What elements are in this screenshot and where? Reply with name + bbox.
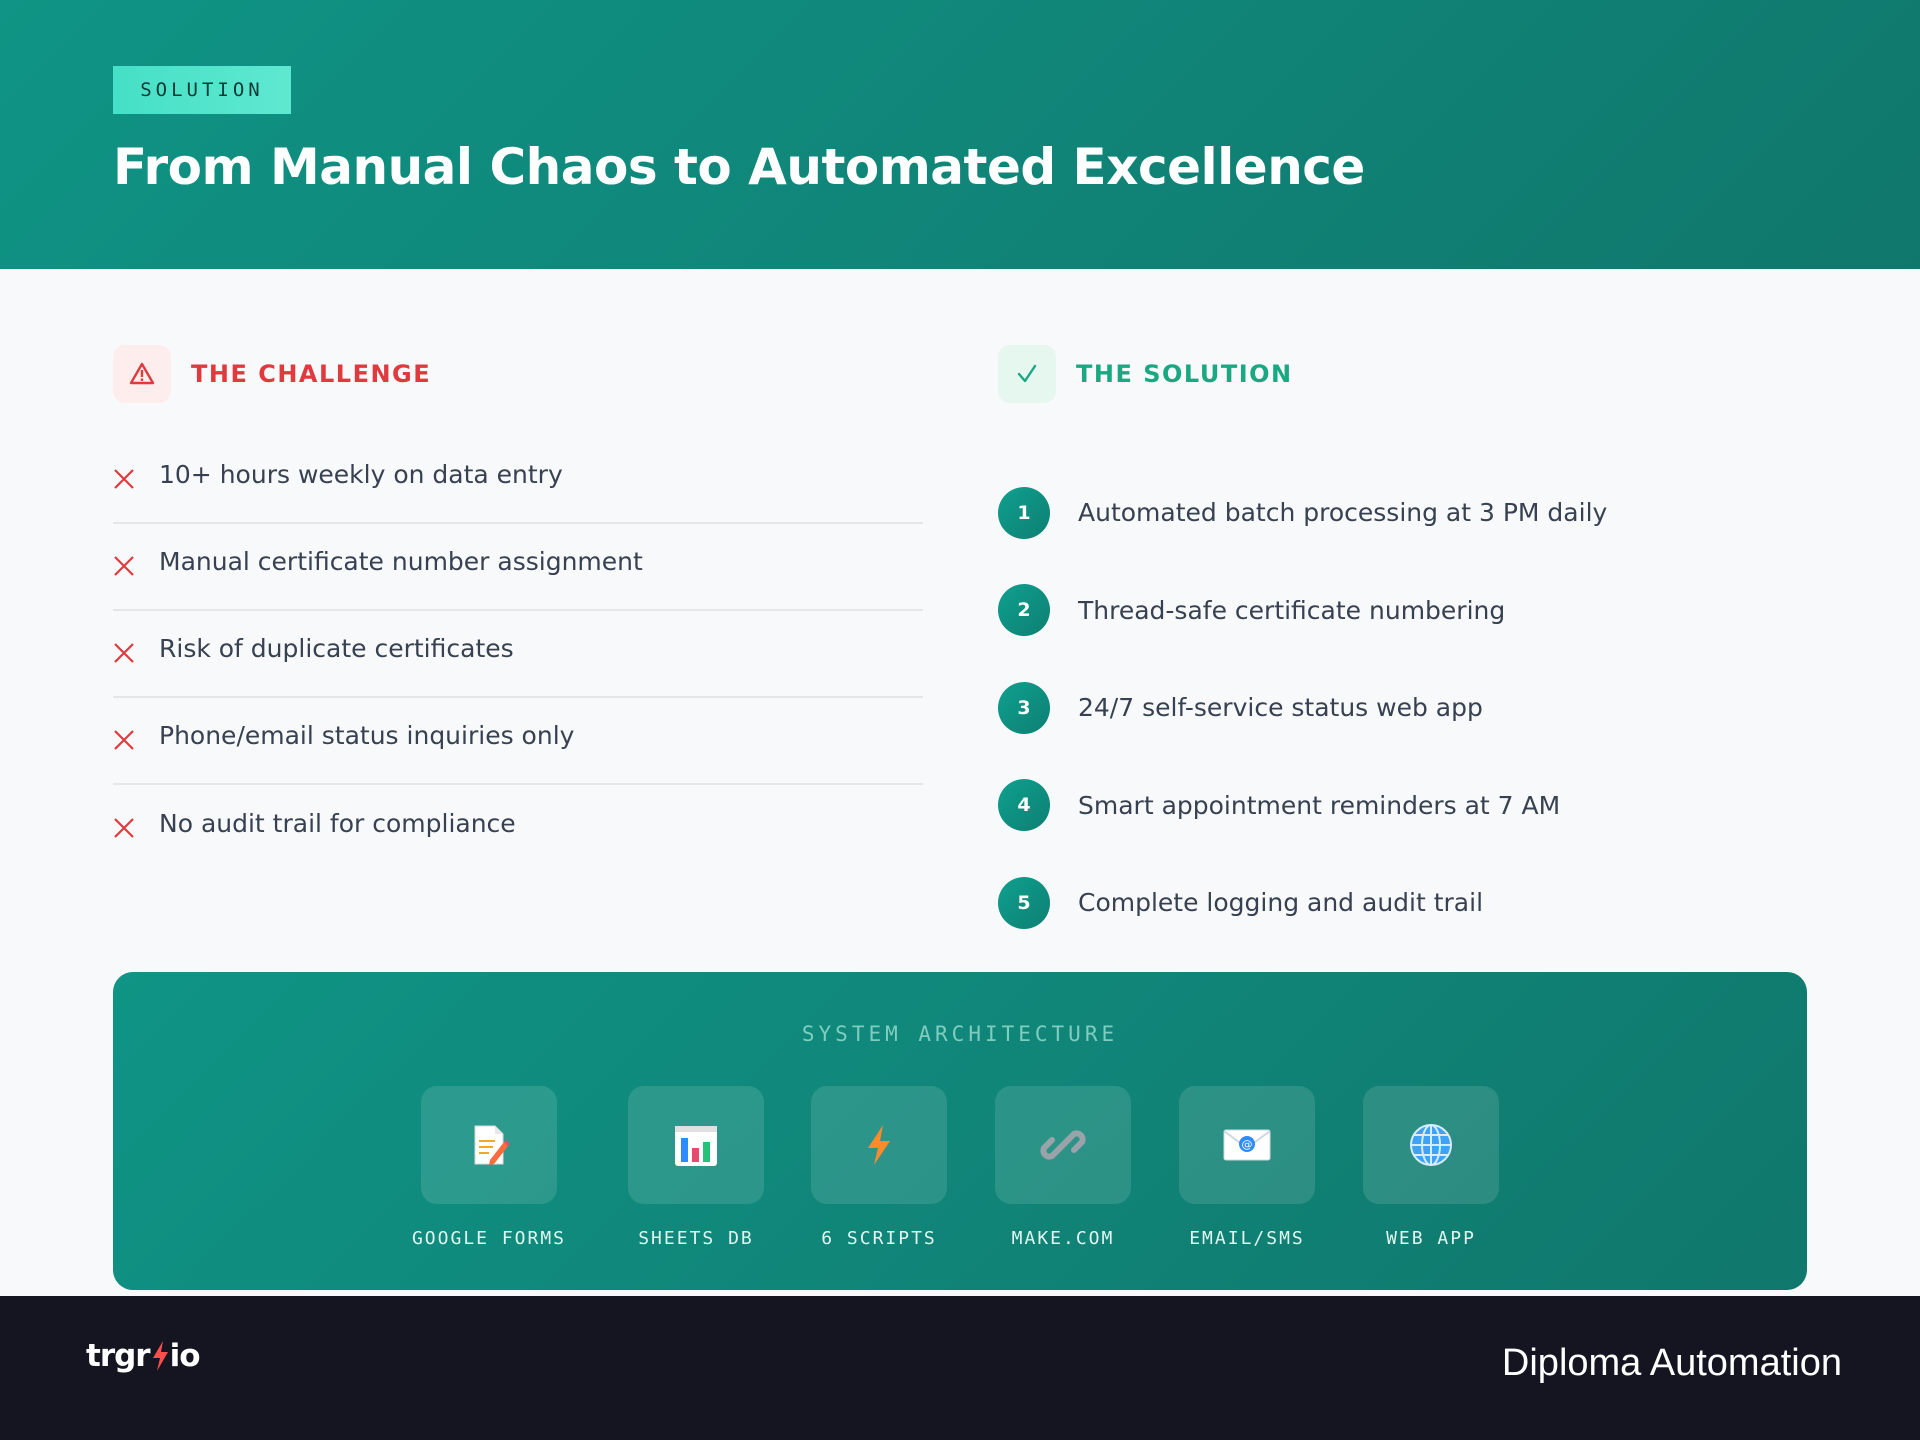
solution-item: 1 Automated batch processing at 3 PM dai… xyxy=(998,464,1818,562)
challenge-item-text: 10+ hours weekly on data entry xyxy=(159,460,563,489)
challenge-item: 10+ hours weekly on data entry xyxy=(113,437,923,524)
svg-text:@: @ xyxy=(1242,1138,1253,1151)
challenge-item: Risk of duplicate certificates xyxy=(113,611,923,698)
step-number: 3 xyxy=(998,681,1050,734)
arch-item-sheets-db: SHEETS DB xyxy=(628,1086,764,1249)
step-number: 2 xyxy=(998,584,1050,637)
arch-label: WEB APP xyxy=(1386,1228,1476,1249)
checkmark-icon xyxy=(998,345,1056,403)
globe-icon xyxy=(1410,1124,1452,1166)
solution-item: 3 24/7 self-service status web app xyxy=(998,659,1818,757)
brand-logo: trgr io xyxy=(86,1338,201,1374)
solution-item-text: 24/7 self-service status web app xyxy=(1078,693,1483,723)
challenge-title: THE CHALLENGE xyxy=(191,360,432,388)
memo-icon xyxy=(474,1125,510,1165)
challenge-item: Manual certificate number assignment xyxy=(113,524,923,611)
arch-item-scripts: 6 SCRIPTS xyxy=(811,1086,947,1249)
step-number: 5 xyxy=(998,876,1050,929)
solution-item: 4 Smart appointment reminders at 7 AM xyxy=(998,757,1818,855)
challenge-item-text: Manual certificate number assignment xyxy=(159,547,643,576)
arch-tile xyxy=(628,1086,764,1204)
step-number: 1 xyxy=(998,486,1050,539)
brand-text-left: trgr xyxy=(86,1338,151,1374)
page-title: From Manual Chaos to Automated Excellenc… xyxy=(113,138,1365,196)
challenge-list: 10+ hours weekly on data entry Manual ce… xyxy=(113,437,923,872)
cross-icon xyxy=(114,555,134,576)
arch-tile xyxy=(421,1086,557,1204)
challenge-item: Phone/email status inquiries only xyxy=(113,698,923,785)
bolt-logo-icon xyxy=(152,1341,168,1371)
brand-text-right: io xyxy=(169,1338,201,1374)
arch-tile xyxy=(995,1086,1131,1204)
step-number: 4 xyxy=(998,779,1050,832)
cross-icon xyxy=(114,642,134,663)
solution-list: 1 Automated batch processing at 3 PM dai… xyxy=(998,464,1818,952)
email-icon: @ xyxy=(1223,1129,1271,1161)
arch-label: GOOGLE FORMS xyxy=(411,1228,567,1249)
cross-icon xyxy=(114,817,134,838)
header-banner: SOLUTION From Manual Chaos to Automated … xyxy=(0,0,1920,269)
cross-icon xyxy=(114,729,134,750)
challenge-item: No audit trail for compliance xyxy=(113,785,923,872)
warning-icon xyxy=(113,345,171,403)
section-badge: SOLUTION xyxy=(113,66,291,114)
solution-item: 2 Thread-safe certificate numbering xyxy=(998,562,1818,660)
solution-item: 5 Complete logging and audit trail xyxy=(998,854,1818,952)
arch-tile xyxy=(811,1086,947,1204)
challenge-item-text: No audit trail for compliance xyxy=(159,809,516,838)
footer: trgr io Diploma Automation xyxy=(0,1296,1920,1440)
bar-chart-icon xyxy=(675,1126,717,1166)
solution-item-text: Complete logging and audit trail xyxy=(1078,888,1484,918)
challenge-item-text: Risk of duplicate certificates xyxy=(159,634,514,663)
architecture-title: SYSTEM ARCHITECTURE xyxy=(801,1022,1119,1046)
architecture-panel: SYSTEM ARCHITECTURE GOOGLE FORMS SHEETS … xyxy=(113,972,1807,1290)
challenge-item-text: Phone/email status inquiries only xyxy=(159,721,575,750)
arch-tile xyxy=(1363,1086,1499,1204)
solution-header: THE SOLUTION xyxy=(998,345,1293,403)
challenge-header: THE CHALLENGE xyxy=(113,345,431,403)
arch-tile: @ xyxy=(1179,1086,1315,1204)
arch-item-make: MAKE.COM xyxy=(995,1086,1131,1249)
solution-item-text: Smart appointment reminders at 7 AM xyxy=(1078,790,1561,820)
arch-item-email-sms: @ EMAIL/SMS xyxy=(1179,1086,1315,1249)
solution-title: THE SOLUTION xyxy=(1076,360,1293,388)
product-name: Diploma Automation xyxy=(1501,1342,1842,1384)
cross-icon xyxy=(114,468,134,489)
lightning-icon xyxy=(868,1125,890,1165)
link-icon xyxy=(1040,1130,1086,1160)
arch-item-web-app: WEB APP xyxy=(1363,1086,1499,1249)
arch-item-google-forms: GOOGLE FORMS xyxy=(412,1086,564,1249)
solution-item-text: Thread-safe certificate numbering xyxy=(1078,595,1506,625)
solution-item-text: Automated batch processing at 3 PM daily xyxy=(1078,498,1608,528)
